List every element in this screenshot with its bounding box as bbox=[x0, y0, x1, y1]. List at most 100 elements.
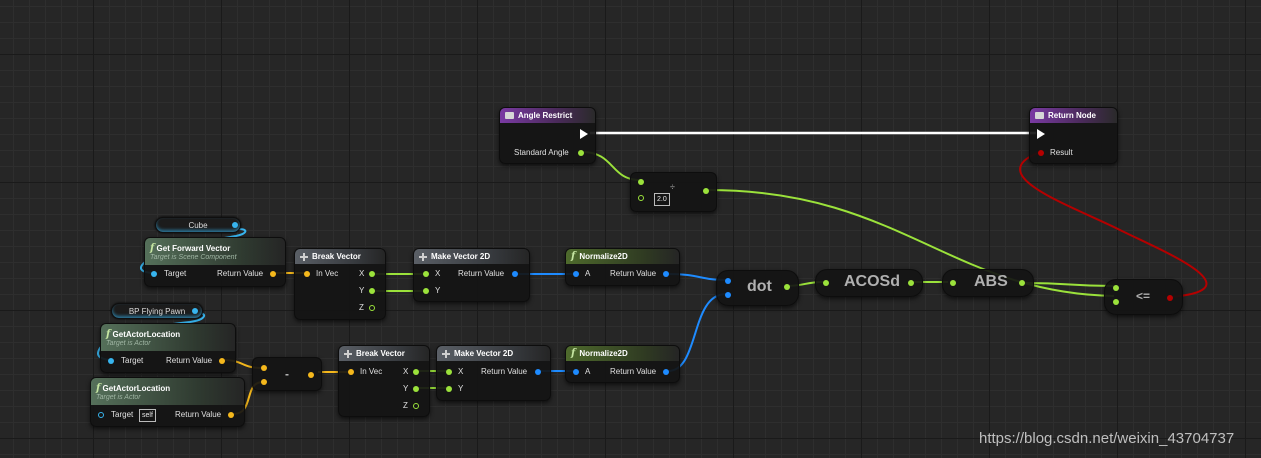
get-actor-location-1-subtitle: Target is Actor bbox=[106, 339, 151, 347]
dot-a-pin[interactable] bbox=[725, 278, 731, 284]
bp-flying-pawn-variable-node[interactable]: BP Flying Pawn bbox=[111, 303, 203, 319]
break1-y-label: Y bbox=[359, 286, 365, 295]
break2-invec-label: In Vec bbox=[360, 367, 383, 376]
get-actor-location-2-header: f GetActorLocation Target is Actor bbox=[91, 378, 244, 405]
angle-restrict-header: Angle Restrict bbox=[500, 108, 595, 123]
break1-x-pin[interactable] bbox=[369, 271, 375, 277]
loc1-return-pin[interactable] bbox=[219, 358, 225, 364]
divide-out-pin[interactable] bbox=[703, 188, 709, 194]
standard-angle-pin[interactable] bbox=[578, 150, 584, 156]
normalize1-a-pin[interactable] bbox=[573, 271, 579, 277]
break2-x-pin[interactable] bbox=[413, 369, 419, 375]
pawn-out-pin[interactable] bbox=[192, 308, 198, 314]
make-struct-icon bbox=[419, 252, 427, 261]
loc2-self-literal[interactable]: self bbox=[139, 409, 156, 422]
acosd-in-pin[interactable] bbox=[823, 280, 829, 286]
less-equal-node[interactable]: <= bbox=[1104, 279, 1183, 315]
function-icon: f bbox=[96, 382, 101, 394]
loc2-return-pin[interactable] bbox=[228, 412, 234, 418]
normalize1-a-label: A bbox=[585, 269, 591, 278]
make-vector2d-node-2[interactable]: Make Vector 2D X Y Return Value bbox=[436, 345, 551, 401]
make2-return-pin[interactable] bbox=[535, 369, 541, 375]
normalize2d-1-header: f Normalize2D bbox=[566, 249, 679, 264]
make1-x-pin[interactable] bbox=[423, 271, 429, 277]
subtract-a-pin[interactable] bbox=[261, 365, 267, 371]
subtract-out-pin[interactable] bbox=[308, 372, 314, 378]
get-actor-location-1-title: GetActorLocation bbox=[112, 329, 181, 339]
break-vector-node-1[interactable]: Break Vector In Vec X Y Z bbox=[294, 248, 386, 320]
get-actor-location-2-subtitle: Target is Actor bbox=[96, 393, 141, 401]
make-vector2d-node-1[interactable]: Make Vector 2D X Y Return Value bbox=[413, 248, 530, 302]
return-node[interactable]: Return Node Result bbox=[1029, 107, 1118, 164]
get-forward-vector-node[interactable]: f Get Forward Vector Target is Scene Com… bbox=[144, 237, 286, 287]
break1-invec-pin[interactable] bbox=[304, 271, 310, 277]
leq-a-pin[interactable] bbox=[1113, 285, 1119, 291]
make2-x-pin[interactable] bbox=[446, 369, 452, 375]
break1-x-label: X bbox=[359, 269, 365, 278]
make-struct-icon bbox=[442, 349, 450, 358]
get-actor-location-1-header: f GetActorLocation Target is Actor bbox=[101, 324, 235, 351]
loc1-target-pin[interactable] bbox=[108, 358, 114, 364]
leq-out-pin[interactable] bbox=[1167, 295, 1173, 301]
subtract-label: - bbox=[285, 367, 289, 381]
acosd-node[interactable]: ACOSd bbox=[815, 269, 923, 297]
angle-restrict-node[interactable]: Angle Restrict Standard Angle bbox=[499, 107, 596, 164]
break-vector-node-2[interactable]: Break Vector In Vec X Y Z bbox=[338, 345, 430, 417]
result-label: Result bbox=[1050, 148, 1073, 157]
forward-return-pin[interactable] bbox=[270, 271, 276, 277]
break1-z-pin[interactable] bbox=[369, 305, 375, 311]
divide-a-pin[interactable] bbox=[638, 179, 644, 185]
loc2-target-label: Target bbox=[111, 410, 134, 419]
function-icon: f bbox=[150, 242, 155, 254]
divide-node[interactable]: 2.0 ÷ bbox=[630, 172, 717, 212]
subtract-node[interactable]: - bbox=[252, 357, 322, 391]
dot-b-pin[interactable] bbox=[725, 292, 731, 298]
abs-out-pin[interactable] bbox=[1019, 280, 1025, 286]
cube-out-pin[interactable] bbox=[232, 222, 238, 228]
break-vector-1-header: Break Vector bbox=[295, 249, 385, 264]
forward-target-label: Target bbox=[164, 269, 187, 278]
break2-y-label: Y bbox=[403, 384, 409, 393]
normalize2-return-pin[interactable] bbox=[663, 369, 669, 375]
break2-z-pin[interactable] bbox=[413, 403, 419, 409]
break2-z-label: Z bbox=[403, 401, 408, 410]
leq-b-pin[interactable] bbox=[1113, 299, 1119, 305]
divide-b-pin[interactable] bbox=[638, 195, 644, 201]
abs-in-pin[interactable] bbox=[950, 280, 956, 286]
bp-flying-pawn-label: BP Flying Pawn bbox=[128, 306, 186, 316]
get-actor-location-node-2[interactable]: f GetActorLocation Target is Actor Targe… bbox=[90, 377, 245, 427]
loc2-target-pin[interactable] bbox=[98, 412, 104, 418]
divide-operator: ÷ bbox=[670, 182, 675, 192]
break2-invec-pin[interactable] bbox=[348, 369, 354, 375]
get-forward-vector-title: Get Forward Vector bbox=[156, 243, 231, 253]
normalize2d-2-header: f Normalize2D bbox=[566, 346, 679, 361]
normalize2d-node-2[interactable]: f Normalize2D A Return Value bbox=[565, 345, 680, 383]
normalize1-return-pin[interactable] bbox=[663, 271, 669, 277]
function-entry-icon bbox=[505, 112, 514, 119]
acosd-out-pin[interactable] bbox=[908, 280, 914, 286]
break1-z-label: Z bbox=[359, 303, 364, 312]
wire-bool-to-result bbox=[1019, 151, 1208, 298]
dot-out-pin[interactable] bbox=[784, 284, 790, 290]
break-vector-2-title: Break Vector bbox=[356, 349, 405, 358]
dot-node[interactable]: dot bbox=[716, 270, 799, 306]
wire-abs-to-leq bbox=[1025, 282, 1115, 287]
exec-in-pin[interactable] bbox=[1037, 129, 1045, 139]
normalize2d-node-1[interactable]: f Normalize2D A Return Value bbox=[565, 248, 680, 286]
normalize2-a-pin[interactable] bbox=[573, 369, 579, 375]
get-actor-location-node-1[interactable]: f GetActorLocation Target is Actor Targe… bbox=[100, 323, 236, 373]
break2-y-pin[interactable] bbox=[413, 386, 419, 392]
make1-y-pin[interactable] bbox=[423, 288, 429, 294]
forward-target-pin[interactable] bbox=[151, 271, 157, 277]
break1-y-pin[interactable] bbox=[369, 288, 375, 294]
loc1-target-label: Target bbox=[121, 356, 144, 365]
make-vector2d-2-header: Make Vector 2D bbox=[437, 346, 550, 361]
abs-node[interactable]: ABS bbox=[942, 269, 1034, 297]
exec-out-pin[interactable] bbox=[580, 129, 588, 139]
cube-variable-node[interactable]: Cube bbox=[155, 217, 241, 233]
result-pin[interactable] bbox=[1038, 150, 1044, 156]
make1-return-pin[interactable] bbox=[512, 271, 518, 277]
make2-y-pin[interactable] bbox=[446, 386, 452, 392]
subtract-b-pin[interactable] bbox=[261, 379, 267, 385]
divide-literal[interactable]: 2.0 bbox=[654, 193, 670, 206]
